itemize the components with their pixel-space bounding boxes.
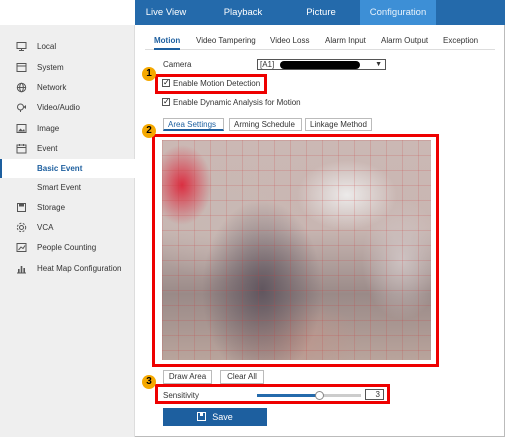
sidebar-item-vca[interactable]: VCA <box>0 218 135 237</box>
sidebar-item-storage[interactable]: Storage <box>0 198 135 217</box>
system-icon <box>16 63 27 72</box>
sidebar-item-local[interactable]: Local <box>0 37 135 56</box>
tab-exception[interactable]: Exception <box>443 32 478 50</box>
event-tabs: Motion Video Tampering Video Loss Alarm … <box>145 32 495 50</box>
enable-dynamic-analysis-row[interactable]: Enable Dynamic Analysis for Motion <box>162 96 301 109</box>
image-icon <box>16 124 27 133</box>
tab-alarm-input[interactable]: Alarm Input <box>325 32 366 50</box>
sidebar-item-label: Heat Map Configuration <box>37 264 122 273</box>
monitor-icon <box>16 42 27 51</box>
tab-video-loss[interactable]: Video Loss <box>270 32 309 50</box>
logo-area <box>0 0 135 25</box>
sidebar-item-people-counting[interactable]: People Counting <box>0 238 135 257</box>
annotation-badge-1: 1 <box>142 67 156 81</box>
sidebar: Local System Network Video/Audio Image E… <box>0 25 135 437</box>
globe-icon <box>16 82 27 93</box>
nav-picture[interactable]: Picture <box>290 0 352 25</box>
sidebar-item-label: Storage <box>37 203 66 212</box>
subtab-arming-schedule[interactable]: Arming Schedule <box>229 118 302 131</box>
tab-alarm-output[interactable]: Alarm Output <box>381 32 428 50</box>
clear-all-button[interactable]: Clear All <box>220 370 264 384</box>
sidebar-item-label: Video/Audio <box>37 103 80 112</box>
save-button[interactable]: Save <box>163 408 267 426</box>
highlight-box-3 <box>155 384 390 404</box>
camera-select-value: [A1] <box>260 60 275 69</box>
sidebar-item-event[interactable]: Event <box>0 139 135 158</box>
nav-configuration[interactable]: Configuration <box>360 0 436 25</box>
annotation-badge-3: 3 <box>142 375 156 389</box>
top-nav-bar: Live View Playback Picture Configuration <box>0 0 505 25</box>
video-audio-icon <box>17 103 26 112</box>
save-button-label: Save <box>212 412 233 422</box>
nav-live-view[interactable]: Live View <box>135 0 197 25</box>
sidebar-item-label: Local <box>37 42 57 51</box>
sidebar-item-network[interactable]: Network <box>0 78 135 97</box>
camera-select[interactable]: [A1] ▼ <box>257 59 386 70</box>
chevron-down-icon: ▼ <box>375 61 382 68</box>
calendar-icon <box>16 144 27 154</box>
sidebar-item-label: Basic Event <box>37 164 83 173</box>
sidebar-item-video-audio[interactable]: Video/Audio <box>0 98 135 117</box>
sidebar-item-label: People Counting <box>37 243 97 252</box>
highlight-box-1 <box>155 74 267 94</box>
nav-playback[interactable]: Playback <box>212 0 274 25</box>
tab-motion[interactable]: Motion <box>154 32 181 50</box>
sidebar-item-label: Smart Event <box>37 183 82 192</box>
camera-label: Camera <box>163 60 192 69</box>
subtab-area-settings[interactable]: Area Settings <box>163 118 224 131</box>
bar-chart-icon <box>17 266 26 274</box>
sidebar-item-smart-event[interactable]: Smart Event <box>0 178 135 197</box>
sidebar-item-label: System <box>37 63 64 72</box>
sidebar-item-basic-event[interactable]: Basic Event <box>0 159 135 178</box>
sidebar-item-label: VCA <box>37 223 54 232</box>
enable-dynamic-analysis-checkbox[interactable] <box>162 96 170 108</box>
sidebar-item-label: Network <box>37 83 67 92</box>
sidebar-item-label: Event <box>37 144 58 153</box>
sidebar-item-label: Image <box>37 124 60 133</box>
people-counting-icon <box>16 243 27 252</box>
draw-area-button[interactable]: Draw Area <box>163 370 212 384</box>
storage-icon <box>17 203 26 212</box>
enable-dynamic-analysis-label: Enable Dynamic Analysis for Motion <box>173 98 301 107</box>
annotation-badge-2: 2 <box>142 124 156 138</box>
vca-icon <box>16 222 27 233</box>
sidebar-item-image[interactable]: Image <box>0 119 135 138</box>
highlight-box-2 <box>152 134 439 367</box>
sidebar-item-heat-map[interactable]: Heat Map Configuration <box>0 259 135 278</box>
sidebar-item-system[interactable]: System <box>0 58 135 77</box>
redaction-bar <box>280 61 360 69</box>
save-disk-icon <box>197 412 207 421</box>
tab-video-tampering[interactable]: Video Tampering <box>196 32 256 50</box>
subtab-linkage-method[interactable]: Linkage Method <box>305 118 372 131</box>
